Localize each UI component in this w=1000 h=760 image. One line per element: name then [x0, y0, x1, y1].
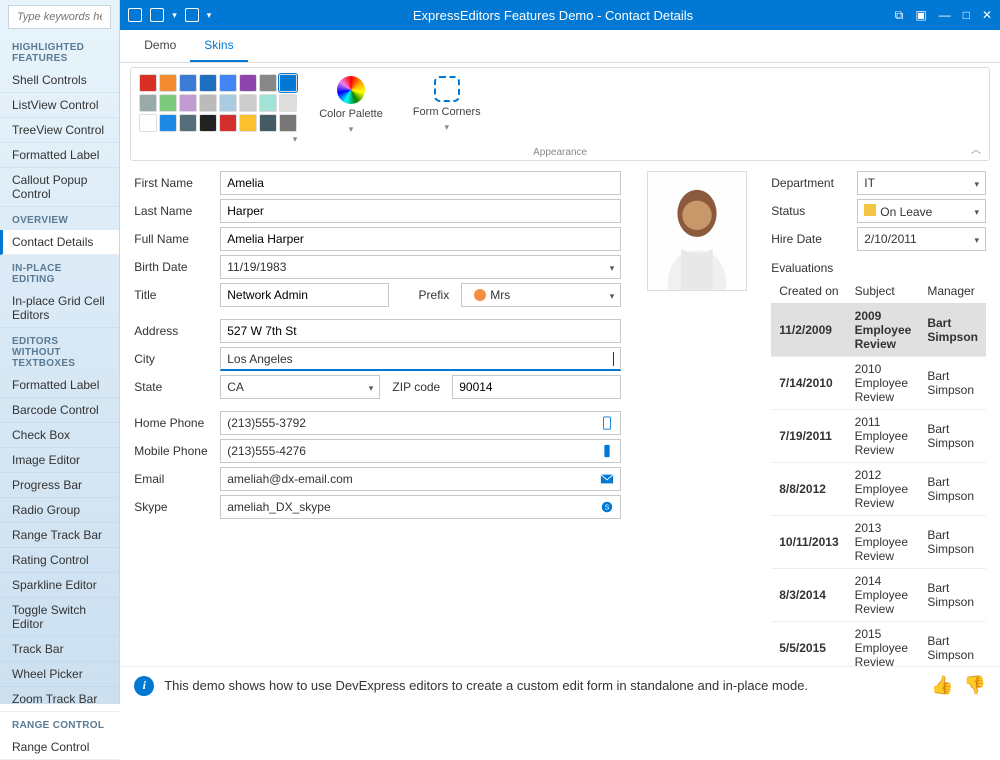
sidebar-item[interactable]: Range Control: [0, 735, 119, 760]
table-row[interactable]: 7/19/20112011 Employee ReviewBart Simpso…: [771, 410, 986, 463]
form-corners-button[interactable]: Form Corners ▾: [405, 74, 489, 135]
state-select[interactable]: CA: [220, 375, 380, 399]
title-input[interactable]: [220, 283, 389, 307]
pin-icon[interactable]: ▣: [915, 8, 926, 22]
sidebar-item[interactable]: Callout Popup Control: [0, 168, 119, 207]
sidebar-section-header: OVERVIEW: [0, 207, 119, 230]
home-phone-input[interactable]: (213)555-3792: [220, 411, 621, 435]
mobile-icon: [600, 444, 614, 458]
skin-swatch-grid[interactable]: [139, 74, 297, 132]
evaluations-title: Evaluations: [771, 261, 986, 275]
sidebar-item[interactable]: Shell Controls: [0, 68, 119, 93]
sidebar-section-header: HIGHLIGHTED FEATURES: [0, 34, 119, 68]
sidebar-section-header: RANGE CONTROL: [0, 712, 119, 735]
evaluations-table[interactable]: Created on Subject Manager 11/2/20092009…: [771, 279, 986, 666]
ribbon-group-label: Appearance: [139, 147, 981, 158]
birth-date-input[interactable]: 11/19/1983: [220, 255, 621, 279]
sidebar-item[interactable]: Image Editor: [0, 448, 119, 473]
chevron-down-icon: [970, 232, 979, 246]
qat-icon-3[interactable]: [185, 8, 199, 22]
sidebar-item[interactable]: Formatted Label: [0, 373, 119, 398]
ribbon-tabs: Demo Skins: [120, 30, 1000, 63]
department-select[interactable]: IT: [857, 171, 986, 195]
table-row[interactable]: 11/2/20092009 Employee ReviewBart Simpso…: [771, 304, 986, 357]
search-input[interactable]: [8, 5, 111, 29]
sidebar-item[interactable]: TreeView Control: [0, 118, 119, 143]
sidebar-item[interactable]: Range Track Bar: [0, 523, 119, 548]
status-icon: [864, 204, 876, 216]
email-icon: [600, 472, 614, 486]
sidebar-item[interactable]: Contact Details: [0, 230, 119, 255]
sidebar-item[interactable]: Barcode Control: [0, 398, 119, 423]
qat-icon-2[interactable]: [150, 8, 164, 22]
table-row[interactable]: 8/3/20142014 Employee ReviewBart Simpson: [771, 569, 986, 622]
sidebar-item[interactable]: Toggle Switch Editor: [0, 598, 119, 637]
sidebar-item[interactable]: Rating Control: [0, 548, 119, 573]
sidebar-item[interactable]: Zoom Track Bar: [0, 687, 119, 712]
table-row[interactable]: 7/14/20102010 Employee ReviewBart Simpso…: [771, 357, 986, 410]
minimize-button[interactable]: —: [939, 8, 951, 22]
full-name-input[interactable]: [220, 227, 621, 251]
thumbs-up-button[interactable]: 👍: [931, 675, 953, 696]
maximize-button[interactable]: □: [963, 8, 970, 22]
chevron-down-icon: [606, 260, 615, 274]
email-input[interactable]: ameliah@dx-email.com: [220, 467, 621, 491]
chevron-down-icon: [970, 204, 979, 218]
sidebar-item[interactable]: Wheel Picker: [0, 662, 119, 687]
thumbs-down-button[interactable]: 👎: [964, 675, 986, 696]
contact-photo: [647, 171, 747, 291]
mobile-phone-input[interactable]: (213)555-4276: [220, 439, 621, 463]
person-icon: [474, 289, 486, 301]
tab-skins[interactable]: Skins: [190, 30, 247, 62]
ribbon-collapse-icon[interactable]: ︿: [971, 141, 981, 156]
sidebar-item[interactable]: Progress Bar: [0, 473, 119, 498]
sidebar-item[interactable]: Track Bar: [0, 637, 119, 662]
chevron-down-icon: [365, 380, 374, 394]
sidebar-item[interactable]: Check Box: [0, 423, 119, 448]
footer: i This demo shows how to use DevExpress …: [120, 666, 1000, 704]
svg-text:S: S: [605, 505, 610, 512]
zip-input[interactable]: [452, 375, 621, 399]
chevron-down-icon: [970, 176, 979, 190]
status-select[interactable]: On Leave: [857, 199, 986, 223]
last-name-input[interactable]: [220, 199, 621, 223]
sidebar: HIGHLIGHTED FEATURESShell ControlsListVi…: [0, 0, 120, 704]
sidebar-item[interactable]: Sparkline Editor: [0, 573, 119, 598]
skype-input[interactable]: ameliah_DX_skypeS: [220, 495, 621, 519]
phone-icon: [600, 416, 614, 430]
qat-icon-1[interactable]: [128, 8, 142, 22]
table-row[interactable]: 10/11/20132013 Employee ReviewBart Simps…: [771, 516, 986, 569]
table-row[interactable]: 8/8/20122012 Employee ReviewBart Simpson: [771, 463, 986, 516]
first-name-input[interactable]: [220, 171, 621, 195]
sidebar-item[interactable]: In-place Grid Cell Editors: [0, 289, 119, 328]
sidebar-item[interactable]: Radio Group: [0, 498, 119, 523]
prefix-select[interactable]: Mrs: [461, 283, 621, 307]
city-input[interactable]: Los Angeles: [220, 347, 621, 371]
tab-demo[interactable]: Demo: [130, 30, 190, 62]
close-button[interactable]: ✕: [982, 8, 992, 22]
help-icon[interactable]: ⧉: [895, 8, 904, 23]
sidebar-section-header: IN-PLACE EDITING: [0, 255, 119, 289]
ribbon: ▾ Color Palette ▾ Form Corners ▾ Appeara…: [130, 67, 990, 161]
sidebar-section-header: EDITORS WITHOUT TEXTBOXES: [0, 328, 119, 373]
table-row[interactable]: 5/5/20152015 Employee ReviewBart Simpson: [771, 622, 986, 667]
info-icon: i: [134, 676, 154, 696]
hire-date-input[interactable]: 2/10/2011: [857, 227, 986, 251]
color-palette-button[interactable]: Color Palette ▾: [311, 74, 391, 137]
sidebar-item[interactable]: ListView Control: [0, 93, 119, 118]
address-input[interactable]: [220, 319, 621, 343]
titlebar: ▾ ▾ ExpressEditors Features Demo - Conta…: [120, 0, 1000, 30]
sidebar-item[interactable]: Formatted Label: [0, 143, 119, 168]
skype-icon: S: [600, 500, 614, 514]
chevron-down-icon: [606, 288, 615, 302]
window-title: ExpressEditors Features Demo - Contact D…: [211, 8, 894, 23]
